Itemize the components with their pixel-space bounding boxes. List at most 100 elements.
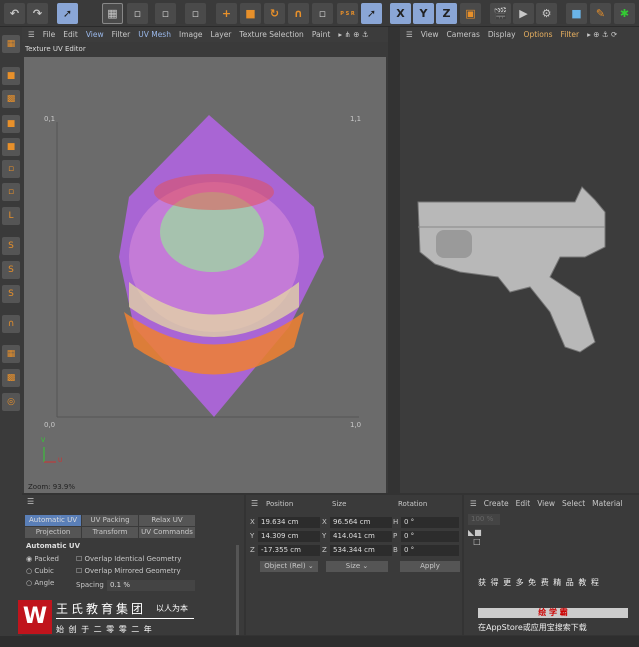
menu-icon[interactable]: ☰ (406, 30, 413, 39)
size-input[interactable]: 534.344 cm (330, 545, 392, 556)
cube-icon[interactable]: ■ (566, 3, 587, 24)
3d-viewport[interactable]: ☰ View Cameras Display Options Filter ▸ … (400, 27, 639, 493)
texture-mode-icon[interactable]: ▩ (2, 90, 20, 108)
undo-icon[interactable]: ↶ (4, 3, 25, 24)
pen-icon[interactable]: ✎ (590, 3, 611, 24)
scale-icon[interactable]: ■ (240, 3, 261, 24)
lock-icon[interactable]: ▩ (2, 369, 20, 387)
soft-selection-icon[interactable]: ◎ (2, 393, 20, 411)
psr-icon[interactable]: P S R (337, 3, 358, 24)
material-menubar: ☰ Create Edit View Select Material (464, 495, 639, 511)
fill-selection-icon[interactable]: ▫ (185, 3, 206, 24)
size-input[interactable]: 96.564 cm (330, 517, 392, 528)
vp-menu-cameras[interactable]: Cameras (447, 30, 480, 39)
check-overlap-mirrored[interactable]: ☐ Overlap Mirrored Geometry (76, 567, 181, 575)
tab-relax-uv[interactable]: Relax UV (139, 515, 195, 526)
menu-edit[interactable]: Edit (63, 30, 78, 39)
menu-icon[interactable]: ☰ (470, 499, 477, 508)
panel-menu-icon[interactable]: ☰ (251, 499, 258, 508)
magnet-icon[interactable]: ∩ (288, 3, 309, 24)
material-zoom[interactable]: 100 % (468, 514, 500, 525)
snap-icon[interactable]: ▫ (312, 3, 333, 24)
size-input[interactable]: 414.041 cm (330, 531, 392, 542)
workplane-icon[interactable]: L (2, 207, 20, 225)
rotation-input[interactable]: 0 ° (401, 545, 459, 556)
menu-filter[interactable]: Filter (112, 30, 131, 39)
check-overlap-identical[interactable]: ☐ Overlap Identical Geometry (76, 555, 181, 563)
mat-menu-create[interactable]: Create (484, 499, 509, 508)
v-axis-label: V (41, 437, 46, 444)
mat-menu-material[interactable]: Material (592, 499, 622, 508)
grid-icon[interactable]: ▦ (2, 345, 20, 363)
bug-icon[interactable]: ✱ (614, 3, 635, 24)
render-settings-icon[interactable]: ⚙ (536, 3, 557, 24)
size-mode-value: Size (345, 562, 361, 570)
snap-s3-icon[interactable]: S (2, 285, 20, 303)
mat-menu-edit[interactable]: Edit (516, 499, 531, 508)
nav-icons[interactable]: ▸ ⊕ ⚓ ⟳ (587, 30, 617, 39)
spacing-input[interactable]: 0.1 % (107, 580, 195, 591)
menu-image[interactable]: Image (179, 30, 203, 39)
apply-button[interactable]: Apply (400, 561, 460, 572)
render-view-icon[interactable]: 🎬 (490, 3, 511, 24)
uv-points-icon[interactable]: ▫ (2, 160, 20, 178)
vp-menu-filter[interactable]: Filter (561, 30, 580, 39)
coordinates-panel: ☰ Position Size Rotation X 19.634 cm X 9… (246, 495, 462, 635)
rectangle-selection-icon[interactable]: ▦ (102, 3, 123, 24)
tab-uv-packing[interactable]: UV Packing (82, 515, 138, 526)
menu-icon[interactable]: ☰ (28, 30, 35, 39)
points-mode-icon[interactable]: ■ (2, 67, 20, 85)
uv-canvas[interactable]: 0,1 1,1 0,0 1,0 V U Zoom: 93.9% (24, 57, 386, 493)
axis-y-button[interactable]: Y (413, 3, 434, 24)
make-editable-icon[interactable]: ▦ (2, 35, 20, 53)
tab-automatic-uv[interactable]: Automatic UV (25, 515, 81, 526)
panel-menu-icon[interactable]: ☰ (27, 497, 34, 506)
tab-projection[interactable]: Projection (25, 527, 81, 538)
axis-z-button[interactable]: Z (436, 3, 457, 24)
position-input[interactable]: 19.634 cm (258, 517, 320, 528)
menu-layer[interactable]: Layer (210, 30, 231, 39)
axis-x-button[interactable]: X (390, 3, 411, 24)
live-selection-icon[interactable]: ➚ (57, 3, 78, 24)
position-input[interactable]: -17.355 cm (258, 545, 320, 556)
menu-uv-mesh[interactable]: UV Mesh (138, 30, 171, 39)
rotation-input[interactable]: 0 ° (401, 517, 459, 528)
magnet-icon[interactable]: ∩ (2, 315, 20, 333)
scrollbar[interactable] (236, 545, 239, 635)
menu-texture-selection[interactable]: Texture Selection (239, 30, 303, 39)
menu-file[interactable]: File (43, 30, 56, 39)
radio-angle[interactable]: ○ Angle (26, 579, 54, 587)
polygons-mode-icon[interactable]: ■ (2, 138, 20, 156)
rot-axis-label: B (393, 546, 398, 554)
vp-menu-display[interactable]: Display (488, 30, 516, 39)
vp-menu-view[interactable]: View (421, 30, 439, 39)
rotate-icon[interactable]: ↻ (264, 3, 285, 24)
material-swatch-icon[interactable]: ◣■ □ (468, 528, 482, 546)
mat-menu-view[interactable]: View (537, 499, 555, 508)
vp-menu-options[interactable]: Options (524, 30, 553, 39)
tab-uv-commands[interactable]: UV Commands (139, 527, 195, 538)
snap-s-icon[interactable]: S (2, 237, 20, 255)
uv-polygons-icon[interactable]: ▫ (2, 183, 20, 201)
mode-dropdown[interactable]: Object (Rel) ⌄ (260, 561, 318, 572)
mat-menu-select[interactable]: Select (562, 499, 585, 508)
render-icon[interactable]: ▶ (513, 3, 534, 24)
polygon-selection-icon[interactable]: ▫ (155, 3, 176, 24)
radio-packed[interactable]: ◉ Packed (26, 555, 59, 563)
redo-icon[interactable]: ↷ (27, 3, 48, 24)
radio-cubic[interactable]: ○ Cubic (26, 567, 54, 575)
position-input[interactable]: 14.309 cm (258, 531, 320, 542)
size-dropdown[interactable]: Size ⌄ (326, 561, 388, 572)
tab-transform[interactable]: Transform (82, 527, 138, 538)
move-icon[interactable]: + (216, 3, 237, 24)
menu-view[interactable]: View (86, 30, 104, 39)
edges-mode-icon[interactable]: ■ (2, 115, 20, 133)
rot-axis-label: P (393, 532, 398, 540)
menu-paint[interactable]: Paint (312, 30, 331, 39)
rotation-input[interactable]: 0 ° (401, 531, 459, 542)
coordinate-system-icon[interactable]: ▣ (460, 3, 481, 24)
more-arrow-icon[interactable]: ▸ ⋔ ⊕ ⚓ (338, 30, 368, 39)
snap-s2-icon[interactable]: S (2, 261, 20, 279)
object-mode-icon[interactable]: ➚ (361, 3, 382, 24)
lasso-selection-icon[interactable]: ▫ (127, 3, 148, 24)
